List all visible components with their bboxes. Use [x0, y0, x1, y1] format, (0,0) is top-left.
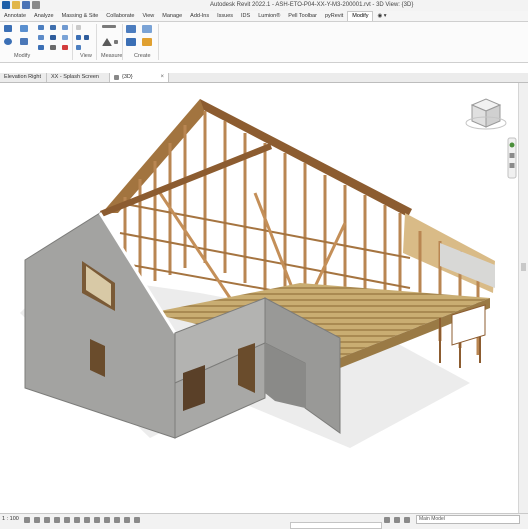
- highlight-displacement-icon[interactable]: [124, 517, 130, 523]
- reveal-constraints-icon[interactable]: [134, 517, 140, 523]
- reveal-hidden-icon[interactable]: [94, 517, 100, 523]
- mirror-icon[interactable]: [38, 25, 44, 30]
- sun-path-icon[interactable]: [44, 517, 50, 523]
- 3d-model-render: [20, 98, 517, 448]
- zoom-icon[interactable]: [509, 153, 515, 158]
- create-assembly-icon[interactable]: [126, 25, 136, 33]
- split-icon[interactable]: [38, 35, 44, 40]
- dimension-icon[interactable]: [102, 38, 112, 46]
- tab-issues[interactable]: Issues: [213, 12, 237, 21]
- view-tab-3d[interactable]: {3D} ×: [110, 73, 169, 82]
- visual-style-icon[interactable]: [34, 517, 40, 523]
- scale-icon[interactable]: [62, 35, 68, 40]
- rotate-icon[interactable]: [4, 38, 12, 45]
- ribbon-tab-row: Annotate Analyze Massing & Site Collabor…: [0, 11, 528, 22]
- align-icon[interactable]: [4, 25, 12, 32]
- view-tab-label: {3D}: [122, 74, 133, 80]
- temporary-hide-icon[interactable]: [84, 517, 90, 523]
- offset-icon[interactable]: [20, 25, 28, 32]
- shadows-icon[interactable]: [54, 517, 60, 523]
- create-group-icon[interactable]: [126, 38, 136, 46]
- revit-logo-icon[interactable]: [2, 1, 10, 9]
- measure-dropdown-icon[interactable]: [114, 40, 118, 44]
- save-icon[interactable]: [22, 1, 30, 9]
- tab-analyze[interactable]: Analyze: [30, 12, 58, 21]
- copy-icon[interactable]: [62, 25, 68, 30]
- array-icon[interactable]: [50, 35, 56, 40]
- vertical-scrollbar[interactable]: [518, 83, 528, 513]
- navigation-bar[interactable]: [507, 137, 517, 179]
- measure-distance-icon[interactable]: [102, 25, 116, 28]
- orbit-icon[interactable]: [509, 163, 515, 168]
- 3d-viewport[interactable]: [0, 83, 518, 513]
- group-label-modify: Modify: [14, 53, 31, 59]
- ribbon-separator: [72, 24, 73, 60]
- detail-level-icon[interactable]: [24, 517, 30, 523]
- steering-wheel-icon[interactable]: [509, 142, 515, 148]
- scrollbar-thumb[interactable]: [521, 263, 526, 271]
- view-graphics-icon[interactable]: [76, 25, 81, 30]
- tab-collaborate[interactable]: Collaborate: [102, 12, 138, 21]
- delete-icon[interactable]: [62, 45, 68, 50]
- view-control-bar: 1 : 100 Main Model: [0, 513, 528, 529]
- tab-add-ins[interactable]: Add-Ins: [186, 12, 213, 21]
- main-model-dropdown[interactable]: Main Model: [416, 515, 520, 524]
- render-icon[interactable]: [64, 517, 70, 523]
- front-window: [183, 365, 205, 411]
- left-gable-wall: [24, 212, 176, 439]
- view-tab-bar: Elevation Right XX - Splash Screen {3D} …: [0, 73, 528, 83]
- view-tab-splash-screen[interactable]: XX - Splash Screen: [47, 73, 110, 82]
- view-override-icon[interactable]: [76, 35, 81, 40]
- worksets-icon[interactable]: [384, 517, 390, 523]
- tab-lumion[interactable]: Lumion®: [254, 12, 284, 21]
- tab-ids[interactable]: IDS: [237, 12, 254, 21]
- 3d-view-icon: [114, 75, 119, 80]
- tab-manage[interactable]: Manage: [158, 12, 186, 21]
- view-tab-label: XX - Splash Screen: [51, 74, 99, 80]
- crop-view-icon[interactable]: [74, 517, 80, 523]
- viewcube-icon[interactable]: [465, 98, 507, 130]
- ribbon-separator: [96, 24, 97, 60]
- tab-pyrevit[interactable]: pyRevit: [321, 12, 347, 21]
- create-similar-icon[interactable]: [142, 38, 152, 46]
- editable-only-icon[interactable]: [404, 517, 410, 523]
- view-tab-elevation-right[interactable]: Elevation Right: [0, 73, 47, 82]
- view-scale[interactable]: 1 : 100: [2, 516, 19, 522]
- create-parts-icon[interactable]: [142, 25, 152, 33]
- tab-pell-toolbar[interactable]: Pell Toolbar: [284, 12, 321, 21]
- close-icon[interactable]: ×: [160, 73, 164, 82]
- design-options-icon[interactable]: [394, 517, 400, 523]
- front-door: [238, 343, 255, 393]
- analytical-model-icon[interactable]: [114, 517, 120, 523]
- tab-massing-site[interactable]: Massing & Site: [58, 12, 103, 21]
- ribbon-separator: [122, 24, 123, 60]
- group-label-measure: Measure: [101, 53, 123, 59]
- quick-access-toolbar: [2, 1, 40, 9]
- tab-modify[interactable]: Modify: [347, 11, 374, 21]
- trim-icon[interactable]: [20, 38, 28, 45]
- group-label-view: View: [80, 53, 92, 59]
- undo-icon[interactable]: [32, 1, 40, 9]
- view-tab-label: Elevation Right: [4, 74, 41, 80]
- ribbon-options-dropdown[interactable]: ◉ ▾: [373, 12, 390, 21]
- tab-annotate[interactable]: Annotate: [0, 12, 30, 21]
- unpin-icon[interactable]: [50, 45, 56, 50]
- move-icon[interactable]: [50, 25, 56, 30]
- pin-icon[interactable]: [38, 45, 44, 50]
- window-title: Autodesk Revit 2022.1 - ASH-ETO-P04-XX-Y…: [210, 2, 414, 8]
- worksharing-icon[interactable]: [104, 517, 110, 523]
- view-linework-icon[interactable]: [84, 35, 89, 40]
- view-hide-icon[interactable]: [76, 45, 81, 50]
- ribbon-panel: Modify View Measure Create: [0, 22, 528, 63]
- tab-view[interactable]: View: [138, 12, 158, 21]
- ribbon-separator: [158, 24, 159, 60]
- open-icon[interactable]: [12, 1, 20, 9]
- group-label-create: Create: [134, 53, 151, 59]
